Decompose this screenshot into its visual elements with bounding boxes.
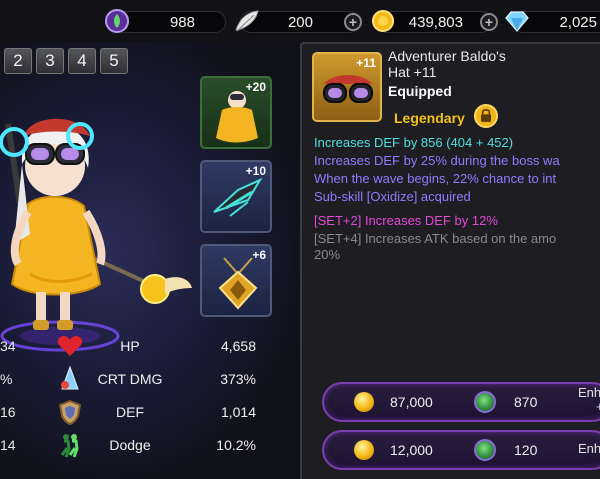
preset-tab-2[interactable]: 2: [4, 48, 32, 74]
preset-tab-5[interactable]: 5: [100, 48, 128, 74]
add-feather-button[interactable]: +: [344, 13, 362, 31]
goggles-hat-icon: [323, 75, 373, 103]
add-gold-button[interactable]: +: [480, 13, 498, 31]
item-thumbnail[interactable]: +11: [312, 52, 382, 122]
stat-name: HP: [120, 338, 140, 354]
feather-value: 200: [287, 14, 313, 31]
crit-damage-icon: [61, 365, 79, 390]
gold-coin-icon: [354, 392, 374, 412]
equipment-slot-accessory[interactable]: +6: [200, 244, 272, 317]
currency-bar: 988 200 + 439,803 + 2,025: [0, 0, 600, 42]
stat-left-value: %: [0, 371, 13, 387]
stat-name: DEF: [116, 404, 144, 420]
gold-coin-icon: [372, 10, 394, 32]
stat-name: CRT DMG: [97, 371, 163, 387]
feather-icon: [235, 10, 259, 32]
set-bonus-line: 20%: [314, 247, 341, 262]
costume-icon: [216, 91, 258, 143]
item-name-line-2: Hat +11: [388, 64, 437, 80]
set-bonus-line: [SET+2] Increases DEF by 12%: [314, 213, 498, 228]
lock-icon[interactable]: [474, 104, 498, 128]
stamina-orb-icon: [474, 391, 496, 413]
preset-tab-3[interactable]: 3: [36, 48, 64, 74]
gold-value: 439,803: [408, 14, 463, 31]
item-description-line: Increases DEF by 856 (404 + 452): [314, 135, 514, 150]
item-description-line: Increases DEF by 25% during the boss wa: [314, 153, 560, 168]
stat-left-value: 14: [0, 437, 16, 453]
gem-cost: 870: [514, 394, 538, 410]
stat-row-hp: 34 HP 4,658: [0, 332, 300, 362]
diamond-icon: [505, 11, 529, 32]
stamina-orb-icon: [105, 9, 129, 33]
stamina-value: 988: [169, 14, 195, 31]
amulet-icon: [218, 257, 258, 310]
stat-value: 4,658: [220, 338, 256, 354]
equipment-slot-costume[interactable]: +20: [200, 76, 272, 149]
item-name-line-1: Adventurer Baldo's: [388, 48, 506, 64]
enhance-label: Enh +: [578, 386, 600, 414]
gem-cost: 120: [514, 442, 538, 458]
item-description-line: When the wave begins, 22% chance to int: [314, 171, 557, 186]
item-detail-panel: +11 Adventurer Baldo's Hat +11 Equipped …: [300, 42, 600, 479]
stat-value: 10.2%: [216, 437, 256, 453]
item-description-line: Sub-skill [Oxidize] acquired: [314, 189, 471, 204]
equipment-slot-weapon[interactable]: +10: [200, 160, 272, 233]
weapon-wing-icon: [213, 177, 263, 217]
stat-left-value: 34: [0, 338, 16, 354]
stat-row-dodge: 14 Dodge 10.2%: [0, 431, 300, 461]
dodge-icon: [60, 434, 79, 458]
hero-character-illustration[interactable]: [0, 84, 200, 354]
preset-tab-4[interactable]: 4: [68, 48, 96, 74]
set-bonus-line: [SET+4] Increases ATK based on the amo: [314, 231, 557, 246]
enhance-button[interactable]: 12,000 120 Enh: [322, 430, 600, 470]
stat-value: 373%: [220, 371, 256, 387]
stat-left-value: 16: [0, 404, 16, 420]
stat-value: 1,014: [220, 404, 256, 420]
gold-cost: 87,000: [390, 394, 433, 410]
stat-name: Dodge: [109, 437, 151, 453]
shield-icon: [58, 399, 82, 426]
heart-icon: [57, 336, 83, 356]
item-name: Adventurer Baldo's Hat +11: [388, 48, 506, 80]
enhance-label-line-2: +: [596, 399, 600, 414]
stat-row-def: 16 DEF 1,014: [0, 398, 300, 428]
rarity-label: Legendary: [394, 110, 465, 126]
stat-row-crt-dmg: % CRT DMG 373%: [0, 365, 300, 395]
gold-cost: 12,000: [390, 442, 433, 458]
diamond-value: 2,025: [559, 14, 597, 31]
stamina-orb-icon: [474, 439, 496, 461]
enhance-button-max[interactable]: 87,000 870 Enh +: [322, 382, 600, 422]
equipped-status: Equipped: [388, 83, 452, 99]
enhance-label-line-1: Enh: [578, 385, 600, 400]
gold-coin-icon: [354, 440, 374, 460]
enhance-label: Enh: [578, 441, 600, 456]
character-area: 2 3 4 5 +20 +10 +6 34 HP 4,658 % CRT DMG…: [0, 42, 300, 479]
